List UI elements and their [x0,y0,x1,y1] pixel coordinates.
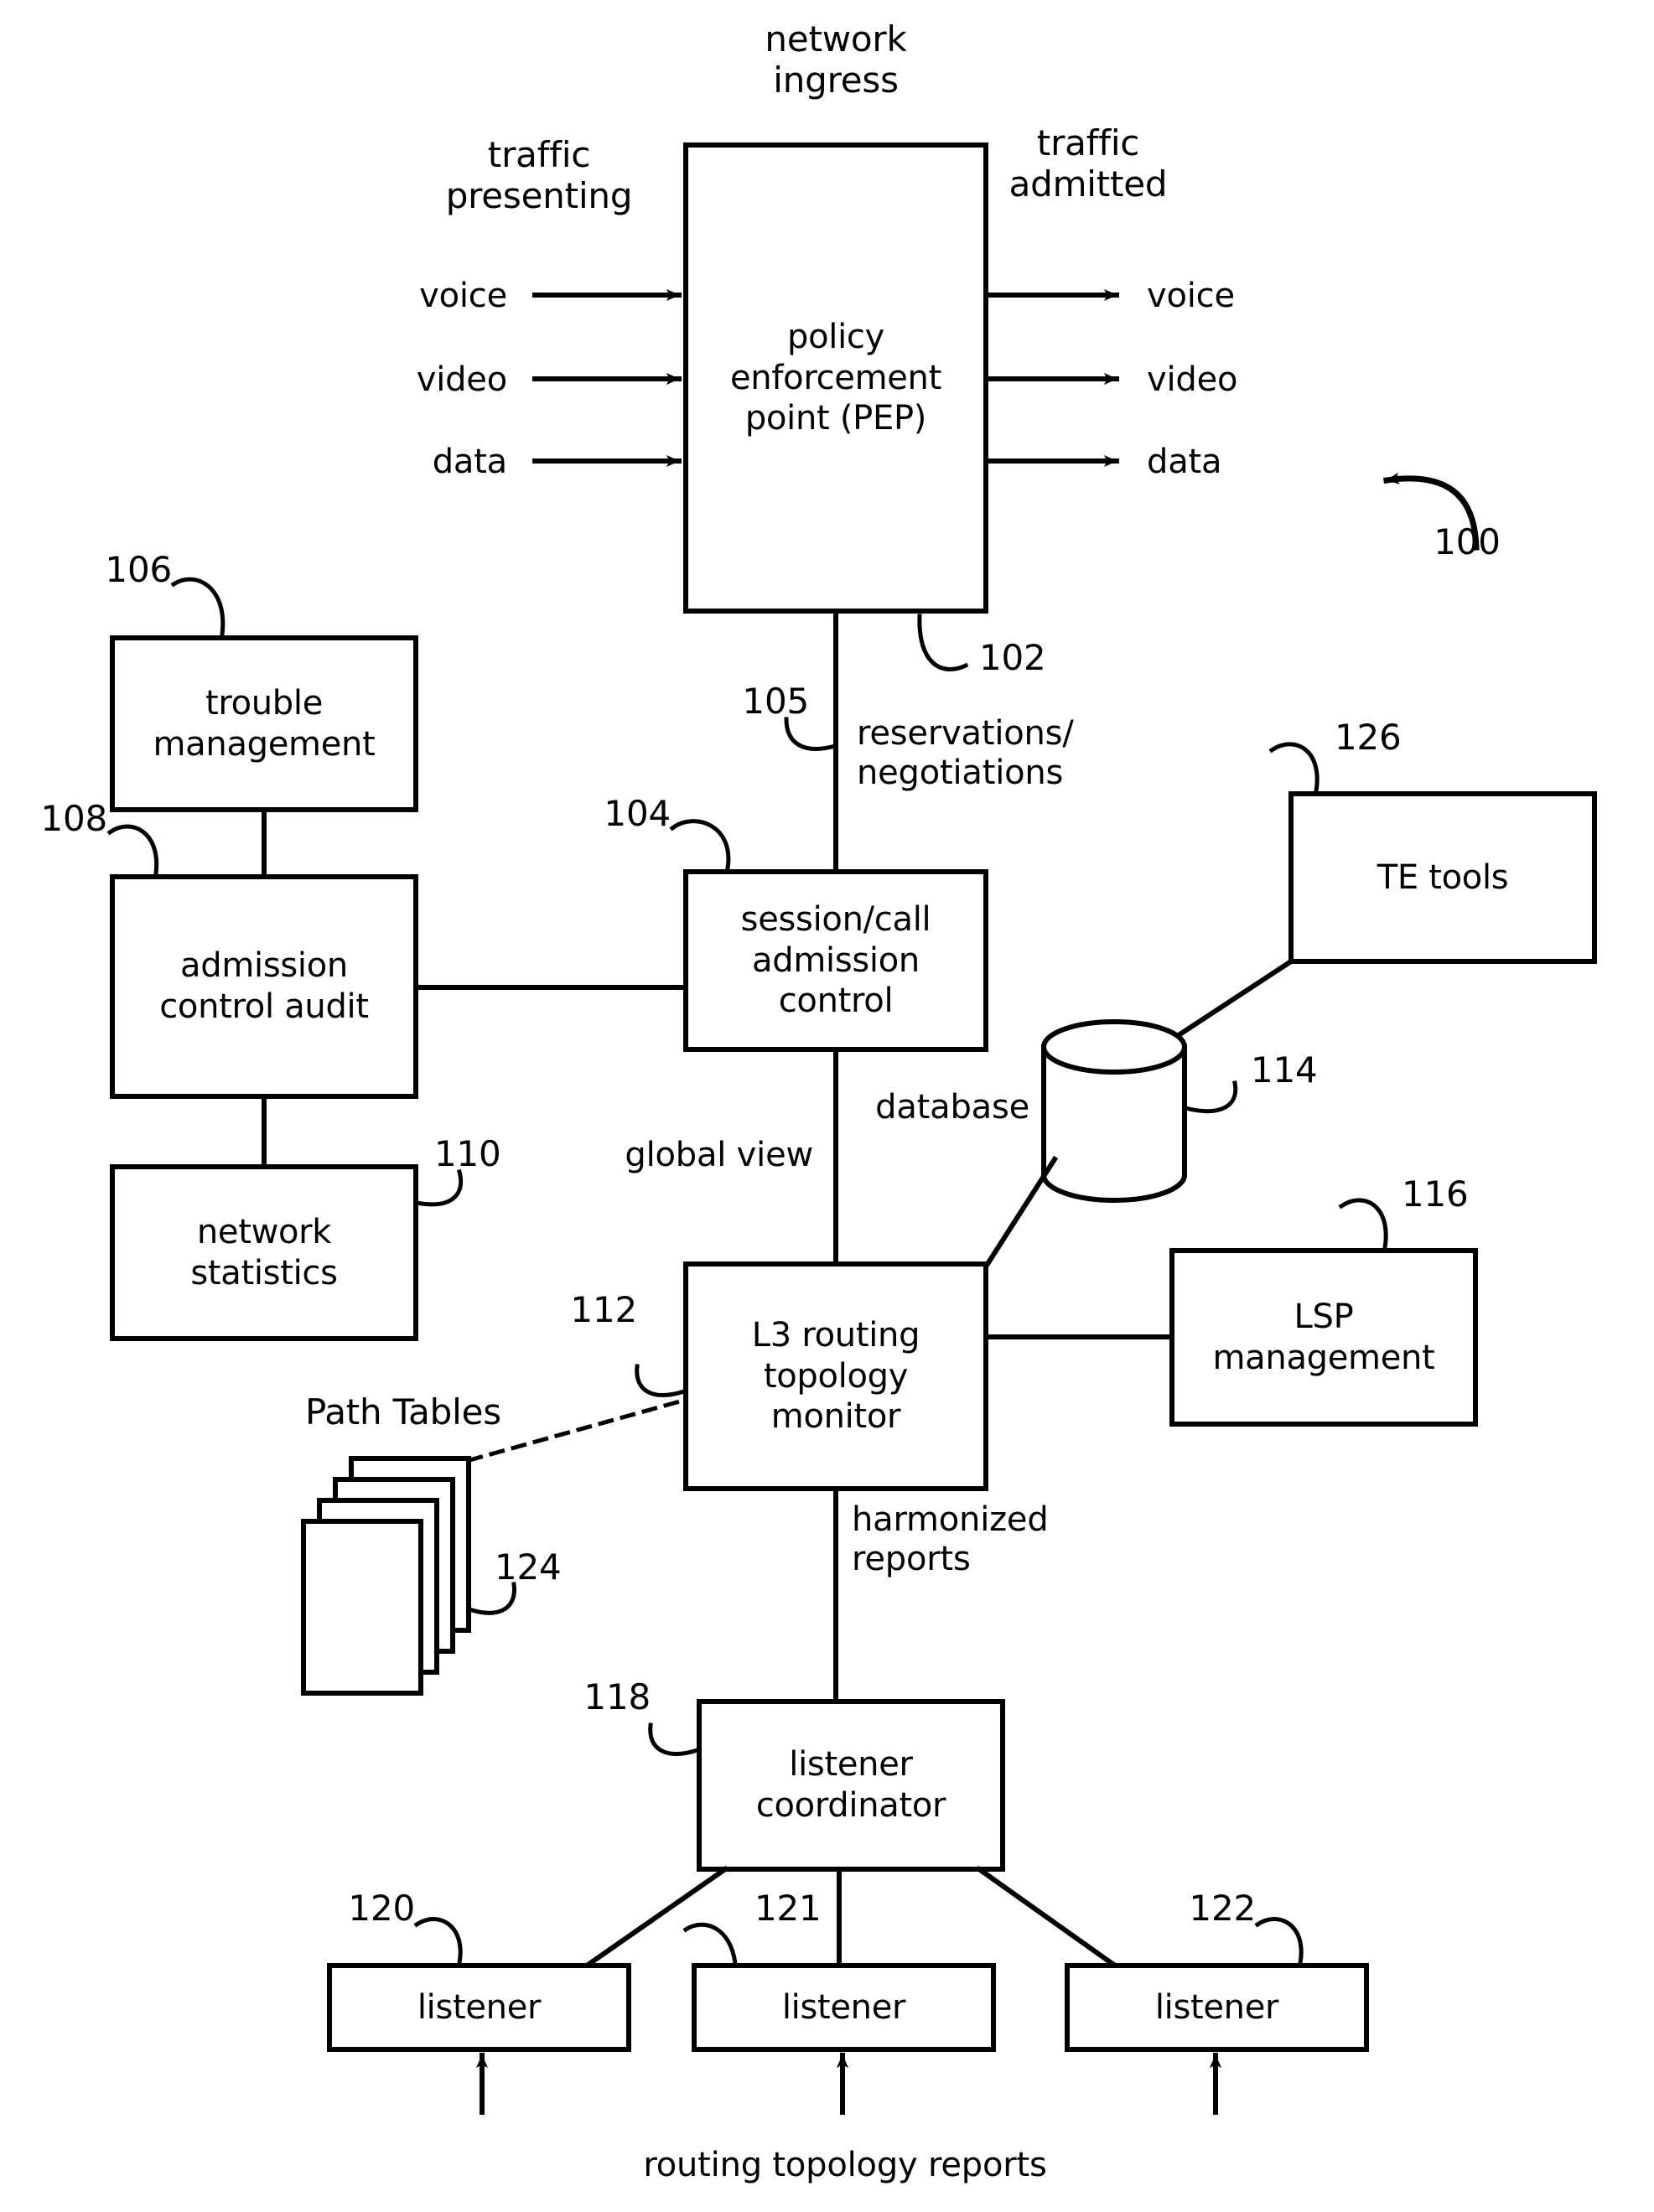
figure-ref-100: 100 [1434,521,1501,562]
database-cylinder-shape [1040,1019,1188,1203]
leader-110 [414,1168,464,1207]
patent-figure: network ingress traffic presenting traff… [0,0,1654,2212]
ref-116: 116 [1402,1173,1469,1215]
ref-118: 118 [583,1676,651,1717]
input-video-label: video [416,360,507,399]
ref-102: 102 [979,637,1046,678]
ref-120: 120 [348,1888,415,1929]
link-coordinator-to-listener-right [975,1865,1119,1970]
output-video-label: video [1147,360,1238,399]
network-ingress-label: network ingress [765,18,907,101]
leader-118 [648,1722,701,1756]
link-te-to-database [1155,957,1295,1052]
leader-106 [170,577,226,637]
harmonized-reports-label: harmonized reports [852,1500,1049,1578]
leader-116 [1338,1198,1388,1251]
ref-124: 124 [495,1546,562,1588]
box-listener-right-label: listener [1154,1987,1279,2027]
output-voice-label: voice [1147,277,1235,315]
leader-122 [1254,1917,1304,1966]
input-data-label: data [432,443,508,481]
box-lsp-management-label: LSP management [1212,1297,1435,1377]
box-listener-center-label: listener [781,1987,906,2027]
traffic-presenting-label: traffic presenting [445,134,633,217]
box-listener-left-label: listener [417,1987,542,2027]
leader-104 [669,819,731,871]
leader-112 [635,1364,687,1397]
leader-120 [413,1917,463,1966]
box-session-call-admission-control-label: session/call admission control [740,899,931,1021]
link-coordinator-to-listener-left [583,1865,729,1970]
path-tables-label: Path Tables [305,1391,501,1432]
database-label: database [875,1088,1029,1127]
leader-102 [917,614,969,671]
input-voice-label: voice [419,277,507,315]
path-tables-stack-shape [301,1456,471,1696]
leader-114 [1182,1080,1238,1114]
box-listener-coordinator-label: listener coordinator [755,1745,946,1825]
box-te-tools-label: TE tools [1377,857,1509,897]
box-pep-label: policy enforcement point (PEP) [730,317,941,438]
routing-topology-reports-label: routing topology reports [643,2146,1047,2184]
global-view-label: global view [625,1136,813,1174]
leader-126 [1268,742,1320,794]
box-l3-routing-topology-monitor-label: L3 routing topology monitor [751,1315,920,1437]
box-trouble-management-label: trouble management [153,683,376,764]
reservations-negotiations-label: reservations/ negotiations [857,714,1074,792]
leader-108 [106,824,159,876]
ref-122: 122 [1189,1888,1256,1929]
output-data-label: data [1147,443,1222,481]
ref-108: 108 [40,798,107,839]
ref-121: 121 [754,1888,822,1929]
ref-104: 104 [604,793,671,834]
link-database-to-l3 [983,1155,1059,1268]
box-admission-control-audit-label: admission control audit [159,946,369,1026]
ref-126: 126 [1335,717,1402,758]
leader-121 [682,1922,738,1966]
box-network-statistics-label: network statistics [190,1212,338,1292]
ref-105: 105 [742,681,809,722]
ref-112: 112 [570,1289,637,1330]
ref-106: 106 [105,549,172,590]
leader-124 [466,1582,516,1615]
leader-105 [784,717,838,751]
ref-114: 114 [1251,1049,1318,1090]
